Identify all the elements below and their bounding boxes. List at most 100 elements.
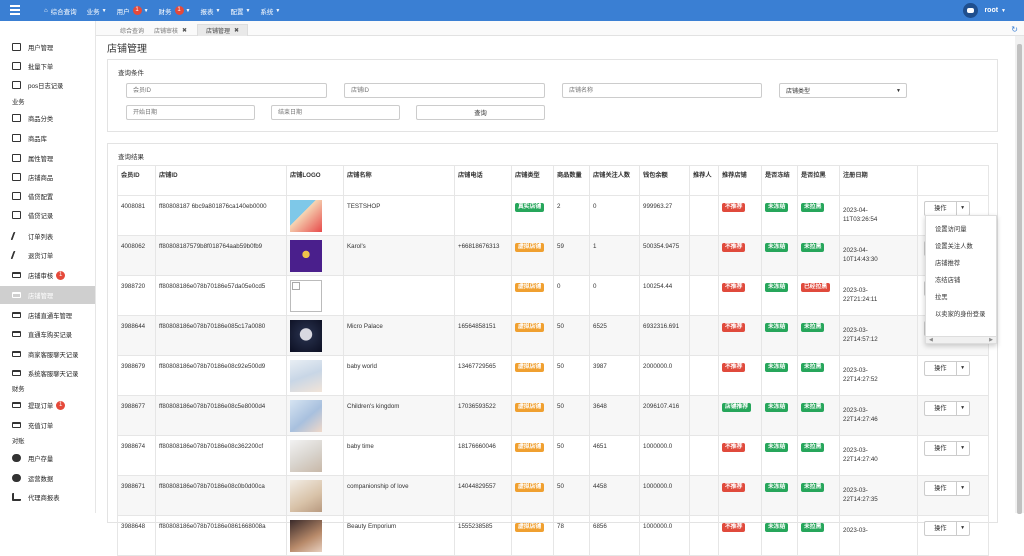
sidebar-item-goods-library[interactable]: 商品库 [0, 129, 95, 147]
caret-down-icon[interactable]: ▼ [957, 202, 969, 215]
table-icon [12, 62, 21, 70]
sidebar-item-withdrawals[interactable]: 提现订单 1 [0, 396, 95, 414]
tab-shop-management[interactable]: 店铺管理 ✖ [197, 24, 249, 36]
frozen-cell: 未冻结 [761, 235, 798, 276]
member-id-input[interactable] [126, 83, 327, 98]
operation-button[interactable]: 操作 [925, 362, 957, 375]
shop-logo-cell [286, 315, 344, 356]
sidebar-item-user-management[interactable]: 用户管理 [0, 38, 95, 56]
tab-shop-review[interactable]: 店铺审核 ✖ [146, 24, 195, 36]
menu-item-set-followers[interactable]: 设置关注人数 [926, 237, 996, 254]
sidebar-item-shop-management[interactable]: 店铺管理 [0, 286, 95, 304]
shop-logo-image [290, 320, 322, 352]
caret-down-icon[interactable]: ▼ [957, 522, 969, 535]
sidebar-item-operations[interactable]: 运营数据 [0, 469, 95, 487]
caret-down-icon: ▼ [101, 7, 107, 14]
scroll-right-icon[interactable]: ▶ [989, 337, 993, 343]
sidebar-item-system-chat[interactable]: 系统客服聊天记录 [0, 364, 95, 382]
sidebar-item-loan-records[interactable]: 借贷记录 [0, 206, 95, 224]
sidebar: 用户管理 批量下单 pos日志记录 业务 商品分类 商品库 属性管理 店铺商品 … [0, 21, 96, 513]
dropdown-scrollbar[interactable]: ◀ ▶ [926, 336, 996, 343]
shop-id-input[interactable] [344, 83, 545, 98]
sidebar-item-shop-goods[interactable]: 店铺商品 [0, 168, 95, 186]
operation-button-group[interactable]: 操作▼ [924, 481, 970, 496]
query-button[interactable]: 查询 [416, 105, 545, 120]
sidebar-item-recharge[interactable]: 充值订单 [0, 416, 95, 434]
sidebar-item-pos-log[interactable]: pos日志记录 [0, 76, 95, 94]
nav-system[interactable]: 系统 ▼ [260, 6, 280, 16]
blacklist-badge: 未拉黑 [801, 323, 825, 332]
nav-finance[interactable]: 财务 1 ▼ [159, 6, 190, 16]
shop-type-select[interactable]: 店铺类型 ▼ [779, 83, 907, 98]
scrollbar-thumb[interactable] [1017, 44, 1022, 514]
shop-logo-cell [286, 395, 344, 436]
operation-button[interactable]: 操作 [925, 522, 957, 535]
operation-button-group[interactable]: 操作▼ [924, 441, 970, 456]
start-date-input[interactable] [126, 105, 255, 120]
caret-down-icon[interactable]: ▼ [957, 442, 969, 455]
shop-type-badge: 虚拟店铺 [515, 443, 545, 452]
member-id-cell: 3988671 [117, 475, 156, 516]
menu-item-freeze-shop[interactable]: 冻结店铺 [926, 271, 996, 288]
shop-id-cell: ff80808186e078b70186e08c5e8000d4 [155, 395, 287, 436]
operation-button-group[interactable]: 操作▼ [924, 521, 970, 536]
menu-item-blacklist[interactable]: 拉黑 [926, 288, 996, 305]
caret-down-icon[interactable]: ▼ [957, 362, 969, 375]
sidebar-item-attributes[interactable]: 属性管理 [0, 149, 95, 167]
scroll-left-icon[interactable]: ◀ [929, 337, 933, 343]
shop-name-input[interactable] [562, 83, 762, 98]
shop-logo-cell [286, 275, 344, 316]
sidebar-item-agent-report[interactable]: 代理商报表 [0, 488, 95, 506]
menu-item-login-as-seller[interactable]: 以卖家的身份登录 [926, 305, 996, 322]
sidebar-group-finance: 财务 [12, 386, 25, 393]
operation-button-group[interactable]: 操作▼ [924, 201, 970, 216]
followers-cell: 0 [589, 275, 640, 316]
shop-type-cell: 虚拟店铺 [511, 515, 554, 556]
page-scrollbar[interactable] [1015, 36, 1024, 514]
menu-item-set-visits[interactable]: 设置访问量 [926, 220, 996, 237]
sidebar-item-batch-order[interactable]: 批量下单 [0, 57, 95, 75]
nav-reports[interactable]: 报表 ▼ [200, 6, 220, 16]
operation-button[interactable]: 操作 [925, 482, 957, 495]
user-menu[interactable]: root ▼ [963, 3, 1006, 18]
sidebar-item-order-list[interactable]: 订单列表 [0, 227, 95, 245]
close-icon[interactable]: ✖ [182, 27, 187, 34]
shop-type-cell: 虚拟店铺 [511, 475, 554, 516]
shop-phone-cell: 17036593522 [454, 395, 512, 436]
page-title: 店铺管理 [107, 44, 147, 55]
sidebar-item-returns[interactable]: 退货订单 [0, 246, 95, 264]
close-icon[interactable]: ✖ [234, 27, 239, 34]
nav-business[interactable]: 业务 ▼ [87, 6, 107, 16]
operation-button[interactable]: 操作 [925, 442, 957, 455]
menu-toggle-icon[interactable] [10, 5, 20, 15]
nav-home[interactable]: ⌂ 综合查询 [44, 6, 77, 16]
sidebar-item-express-purchases[interactable]: 直通车购买记录 [0, 325, 95, 343]
blacklist-badge: 未拉黑 [801, 483, 825, 492]
chat-icon[interactable] [963, 3, 979, 18]
frozen-cell: 未冻结 [761, 275, 798, 316]
operation-button[interactable]: 操作 [925, 402, 957, 415]
sidebar-item-express-management[interactable]: 店铺直通车管理 [0, 306, 95, 324]
blacklist-badge: 未拉黑 [801, 363, 825, 372]
menu-item-recommend-shop[interactable]: 店铺推荐 [926, 254, 996, 271]
sidebar-item-goods-category[interactable]: 商品分类 [0, 109, 95, 127]
nav-config[interactable]: 配置 ▼ [230, 6, 250, 16]
sidebar-item-user-stock[interactable]: 用户存量 [0, 449, 95, 467]
end-date-input[interactable] [271, 105, 400, 120]
column-header: 店铺LOGO [286, 165, 344, 196]
register-time-line: 22T14:27:40 [843, 456, 878, 463]
caret-down-icon[interactable]: ▼ [957, 402, 969, 415]
operation-button-group[interactable]: 操作▼ [924, 401, 970, 416]
operation-button[interactable]: 操作 [925, 202, 957, 215]
nav-users[interactable]: 用户 1 ▼ [117, 6, 149, 16]
sidebar-item-shop-review[interactable]: 店铺审核 1 [0, 266, 95, 284]
shop-logo-image [290, 200, 322, 232]
column-header: 店铺名称 [343, 165, 455, 196]
pie-icon [12, 474, 21, 482]
sidebar-item-loan-config[interactable]: 借贷配置 [0, 187, 95, 205]
operation-button-group[interactable]: 操作▼ [924, 361, 970, 376]
refresh-icon[interactable]: ↻ [1011, 25, 1018, 34]
sidebar-item-merchant-chat[interactable]: 商家客服聊天记录 [0, 345, 95, 363]
caret-down-icon[interactable]: ▼ [957, 482, 969, 495]
recommend-badge: 不推荐 [722, 323, 746, 332]
